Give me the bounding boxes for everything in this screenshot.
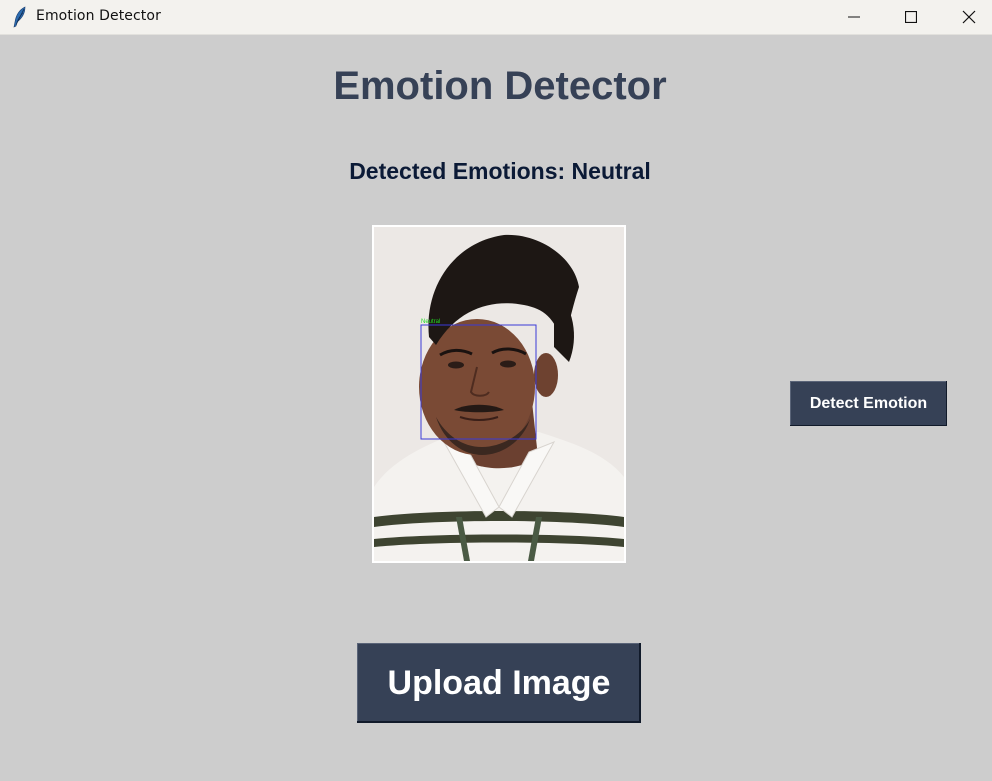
feather-icon: [12, 6, 28, 28]
minimize-button[interactable]: [825, 0, 883, 34]
upload-image-button[interactable]: Upload Image: [357, 643, 641, 723]
window-title: Emotion Detector: [36, 8, 161, 24]
photo-ear: [534, 353, 558, 397]
close-icon: [962, 10, 976, 24]
face-detection-label: Neutral: [421, 319, 440, 325]
photo-eye: [448, 361, 464, 369]
detected-emotion-text: Detected Emotions: Neutral: [349, 158, 651, 184]
maximize-button[interactable]: [882, 0, 940, 34]
uploaded-image: Neutral: [372, 225, 626, 563]
minimize-icon: [848, 16, 860, 18]
close-button[interactable]: [940, 0, 992, 34]
app-window: Emotion Detector Emotion Detector Detect…: [0, 0, 992, 781]
title-bar[interactable]: Emotion Detector: [0, 0, 992, 35]
detect-emotion-button[interactable]: Detect Emotion: [790, 381, 947, 426]
maximize-icon: [905, 11, 917, 23]
photo-eye: [500, 360, 516, 368]
page-title: Emotion Detector: [333, 64, 667, 108]
